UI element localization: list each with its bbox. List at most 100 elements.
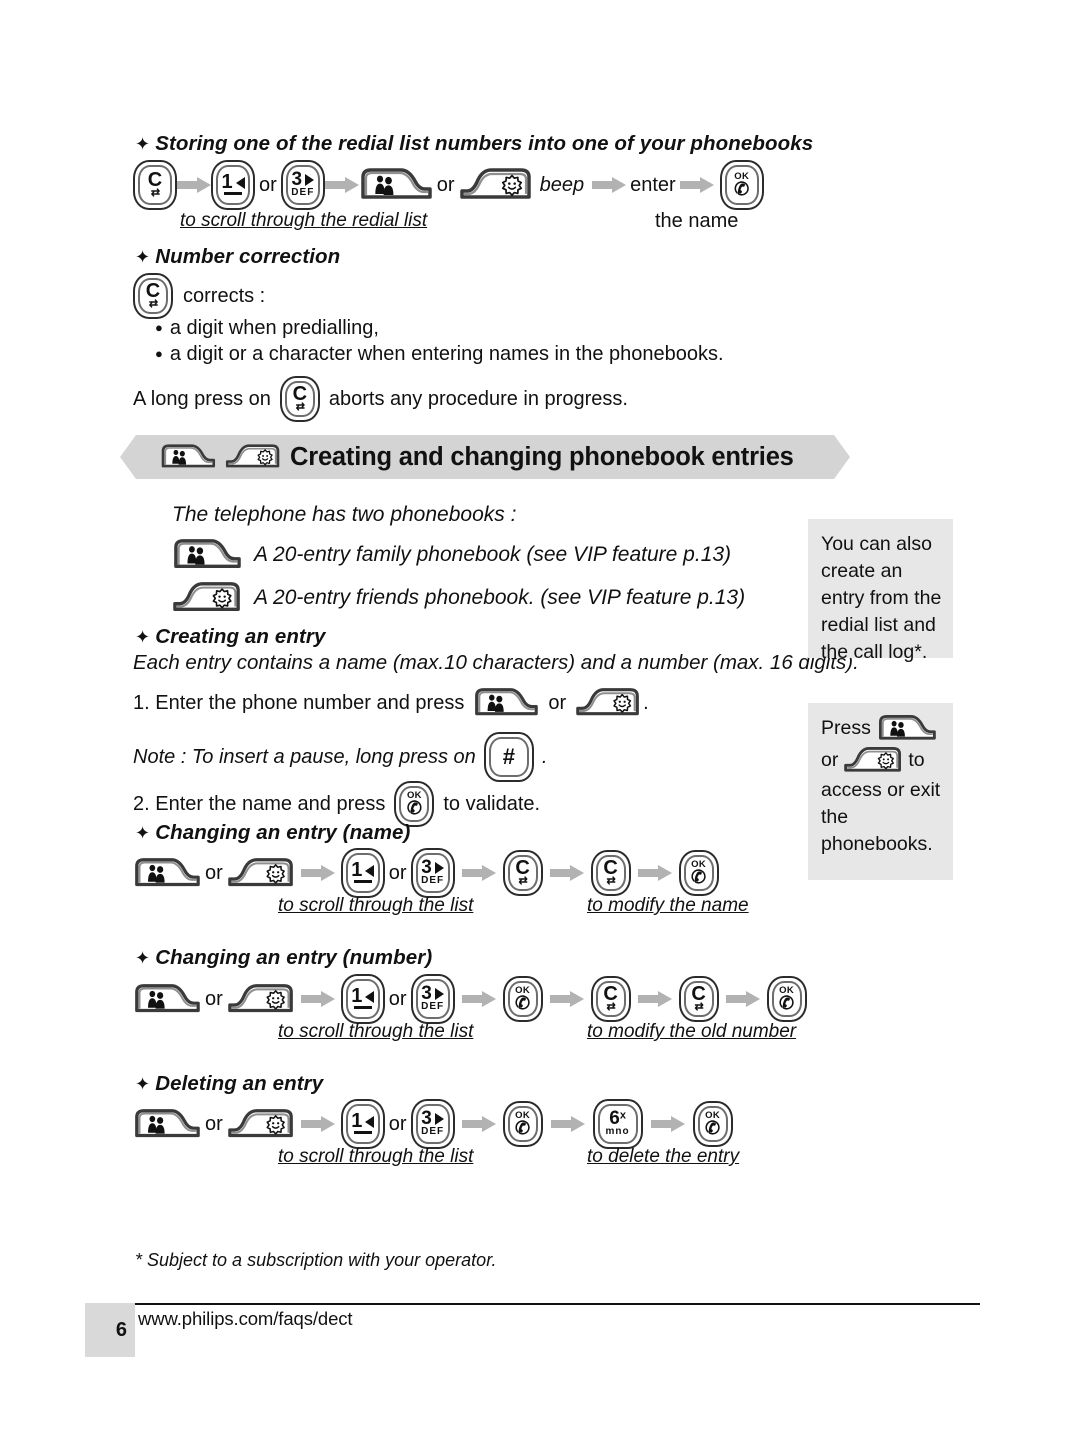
friends-phonebook-key[interactable] bbox=[843, 746, 903, 775]
clear-arrows-icon: ⇄ bbox=[694, 1001, 703, 1013]
key-6-delete[interactable]: 6x mno bbox=[592, 1099, 643, 1149]
key-3-scroll-right[interactable]: 3 DEF bbox=[410, 848, 455, 898]
step1-prefix: 1. Enter the phone number and press bbox=[133, 691, 465, 714]
step1-suffix: . bbox=[643, 691, 649, 714]
manual-page: ✦ Storing one of the redial list numbers … bbox=[0, 0, 1080, 1451]
or-label: or bbox=[388, 861, 407, 884]
handset-icon: ✆ bbox=[515, 993, 531, 1013]
sidebox-access-phonebooks: Press or to access or exit the phonebook… bbox=[808, 703, 953, 880]
friends-phonebook-key[interactable] bbox=[227, 857, 295, 890]
smiley-face-icon bbox=[266, 989, 285, 1010]
friends-phonebook-key[interactable] bbox=[172, 581, 242, 615]
friends-phonebook-key[interactable] bbox=[459, 167, 533, 203]
clear-key[interactable]: C ⇄ bbox=[502, 850, 543, 896]
or-label: or bbox=[821, 748, 839, 771]
row-corrects: C ⇄ corrects : bbox=[133, 273, 265, 319]
banner-title: Creating and changing phonebook entries bbox=[290, 442, 794, 471]
smiley-face-icon bbox=[266, 863, 285, 884]
clear-key[interactable]: C ⇄ bbox=[133, 273, 173, 319]
ok-key[interactable]: OK ✆ bbox=[692, 1101, 733, 1147]
key-1-scroll-left[interactable]: 1 bbox=[340, 1099, 385, 1149]
family-phonebook-key[interactable] bbox=[359, 167, 433, 203]
round-bullet-icon: ● bbox=[155, 346, 163, 361]
ok-key[interactable]: OK ✆ bbox=[766, 976, 807, 1022]
long-press-suffix: aborts any procedure in progress. bbox=[328, 387, 628, 410]
smiley-face-icon bbox=[266, 1114, 285, 1135]
flow-arrow-icon bbox=[679, 177, 714, 193]
step2-prefix: 2. Enter the name and press bbox=[133, 792, 386, 815]
step2-suffix: to validate. bbox=[443, 792, 541, 815]
ok-key[interactable]: OK ✆ bbox=[678, 850, 719, 896]
family-phonebook-key[interactable] bbox=[133, 983, 201, 1016]
key-1-scroll-left[interactable]: 1 bbox=[211, 160, 255, 210]
clear-key[interactable]: C ⇄ bbox=[678, 976, 719, 1022]
ok-key[interactable]: OK ✆ bbox=[719, 160, 764, 210]
triangle-left-icon bbox=[365, 1115, 375, 1128]
key-1-scroll-left[interactable]: 1 bbox=[340, 848, 385, 898]
family-phonebook-key[interactable] bbox=[133, 1108, 201, 1141]
handset-icon: ✆ bbox=[691, 867, 707, 887]
note-suffix: . bbox=[541, 745, 548, 768]
key-3-scroll-right[interactable]: 3 DEF bbox=[410, 974, 455, 1024]
round-bullet-icon: ● bbox=[155, 320, 163, 335]
family-phonebook-key[interactable] bbox=[172, 538, 242, 572]
triangle-right-icon bbox=[434, 988, 444, 1000]
handset-icon: ✆ bbox=[779, 993, 795, 1013]
or-label: or bbox=[259, 173, 277, 196]
heading-number-correction: ✦ Number correction bbox=[135, 245, 341, 268]
friends-phonebook-key[interactable] bbox=[575, 687, 641, 719]
friends-phonebook-key[interactable] bbox=[227, 983, 295, 1016]
family-phonebook-key[interactable] bbox=[877, 714, 937, 743]
flow-arrow-icon bbox=[300, 1116, 335, 1132]
ok-key[interactable]: OK ✆ bbox=[502, 976, 543, 1022]
or-label: or bbox=[205, 987, 223, 1010]
enter-label: enter bbox=[630, 173, 676, 196]
clear-key[interactable]: C ⇄ bbox=[590, 850, 631, 896]
flow-changing-name: or 1 or 3 DEF C ⇄ C ⇄ OK ✆ bbox=[133, 848, 719, 898]
handset-icon: ✆ bbox=[734, 179, 750, 199]
ok-key[interactable]: OK ✆ bbox=[502, 1101, 543, 1147]
clear-arrows-icon: ⇄ bbox=[150, 187, 160, 199]
caption-scroll-number: to scroll through the list bbox=[278, 1021, 474, 1042]
flow-arrow-icon bbox=[461, 991, 496, 1007]
row-long-press: A long press on C ⇄ aborts any procedure… bbox=[133, 376, 628, 422]
key-1-scroll-left[interactable]: 1 bbox=[340, 974, 385, 1024]
footer-divider bbox=[85, 1303, 980, 1305]
hash-key[interactable]: # bbox=[483, 732, 534, 782]
diamond-bullet-icon: ✦ bbox=[135, 247, 151, 267]
flow-arrow-icon bbox=[177, 177, 211, 193]
handset-icon: ✆ bbox=[406, 798, 422, 818]
caption-modify-name: to modify the name bbox=[587, 895, 749, 916]
flow-arrow-icon bbox=[550, 1116, 585, 1132]
clear-arrows-icon: ⇄ bbox=[606, 1001, 615, 1013]
sidebox-create-text: You can also create an entry from the re… bbox=[821, 533, 942, 663]
flow-arrow-icon bbox=[637, 865, 672, 881]
flow-arrow-icon bbox=[592, 177, 627, 193]
family-phonebook-key[interactable] bbox=[473, 687, 539, 719]
page-number-box: 6 bbox=[85, 1303, 135, 1357]
to-label: to bbox=[908, 748, 925, 771]
diamond-bullet-icon: ✦ bbox=[135, 134, 151, 154]
handset-icon: ✆ bbox=[515, 1118, 531, 1138]
triangle-right-icon bbox=[434, 862, 444, 874]
clear-key[interactable]: C ⇄ bbox=[279, 376, 320, 422]
flow-storing-redial: C ⇄ 1 or 3 DEF or beep enter OK ✆ bbox=[133, 160, 764, 210]
flow-arrow-icon bbox=[637, 991, 672, 1007]
footer-url: www.philips.com/faqs/dect bbox=[138, 1308, 353, 1329]
friends-phonebook-key bbox=[225, 443, 281, 471]
friends-phonebook-key[interactable] bbox=[227, 1108, 295, 1141]
clear-key[interactable]: C ⇄ bbox=[590, 976, 631, 1022]
note-pause-row: Note : To insert a pause, long press on … bbox=[133, 732, 547, 782]
key-3-scroll-right[interactable]: 3 DEF bbox=[410, 1099, 455, 1149]
phonebook-item-family: A 20-entry family phonebook (see VIP fea… bbox=[172, 538, 731, 572]
heading-changing-name: ✦ Changing an entry (name) bbox=[135, 821, 411, 844]
triangle-left-icon bbox=[235, 176, 245, 189]
smiley-face-icon bbox=[613, 693, 632, 713]
sidebox-access-tail: access or exit the phonebooks. bbox=[821, 779, 941, 855]
family-phonebook-key[interactable] bbox=[133, 857, 201, 890]
caption-delete-entry: to delete the entry bbox=[587, 1146, 740, 1167]
clear-key[interactable]: C ⇄ bbox=[133, 160, 177, 210]
key-3-scroll-right[interactable]: 3 DEF bbox=[280, 160, 325, 210]
or-label: or bbox=[388, 987, 407, 1010]
or-label: or bbox=[205, 861, 223, 884]
